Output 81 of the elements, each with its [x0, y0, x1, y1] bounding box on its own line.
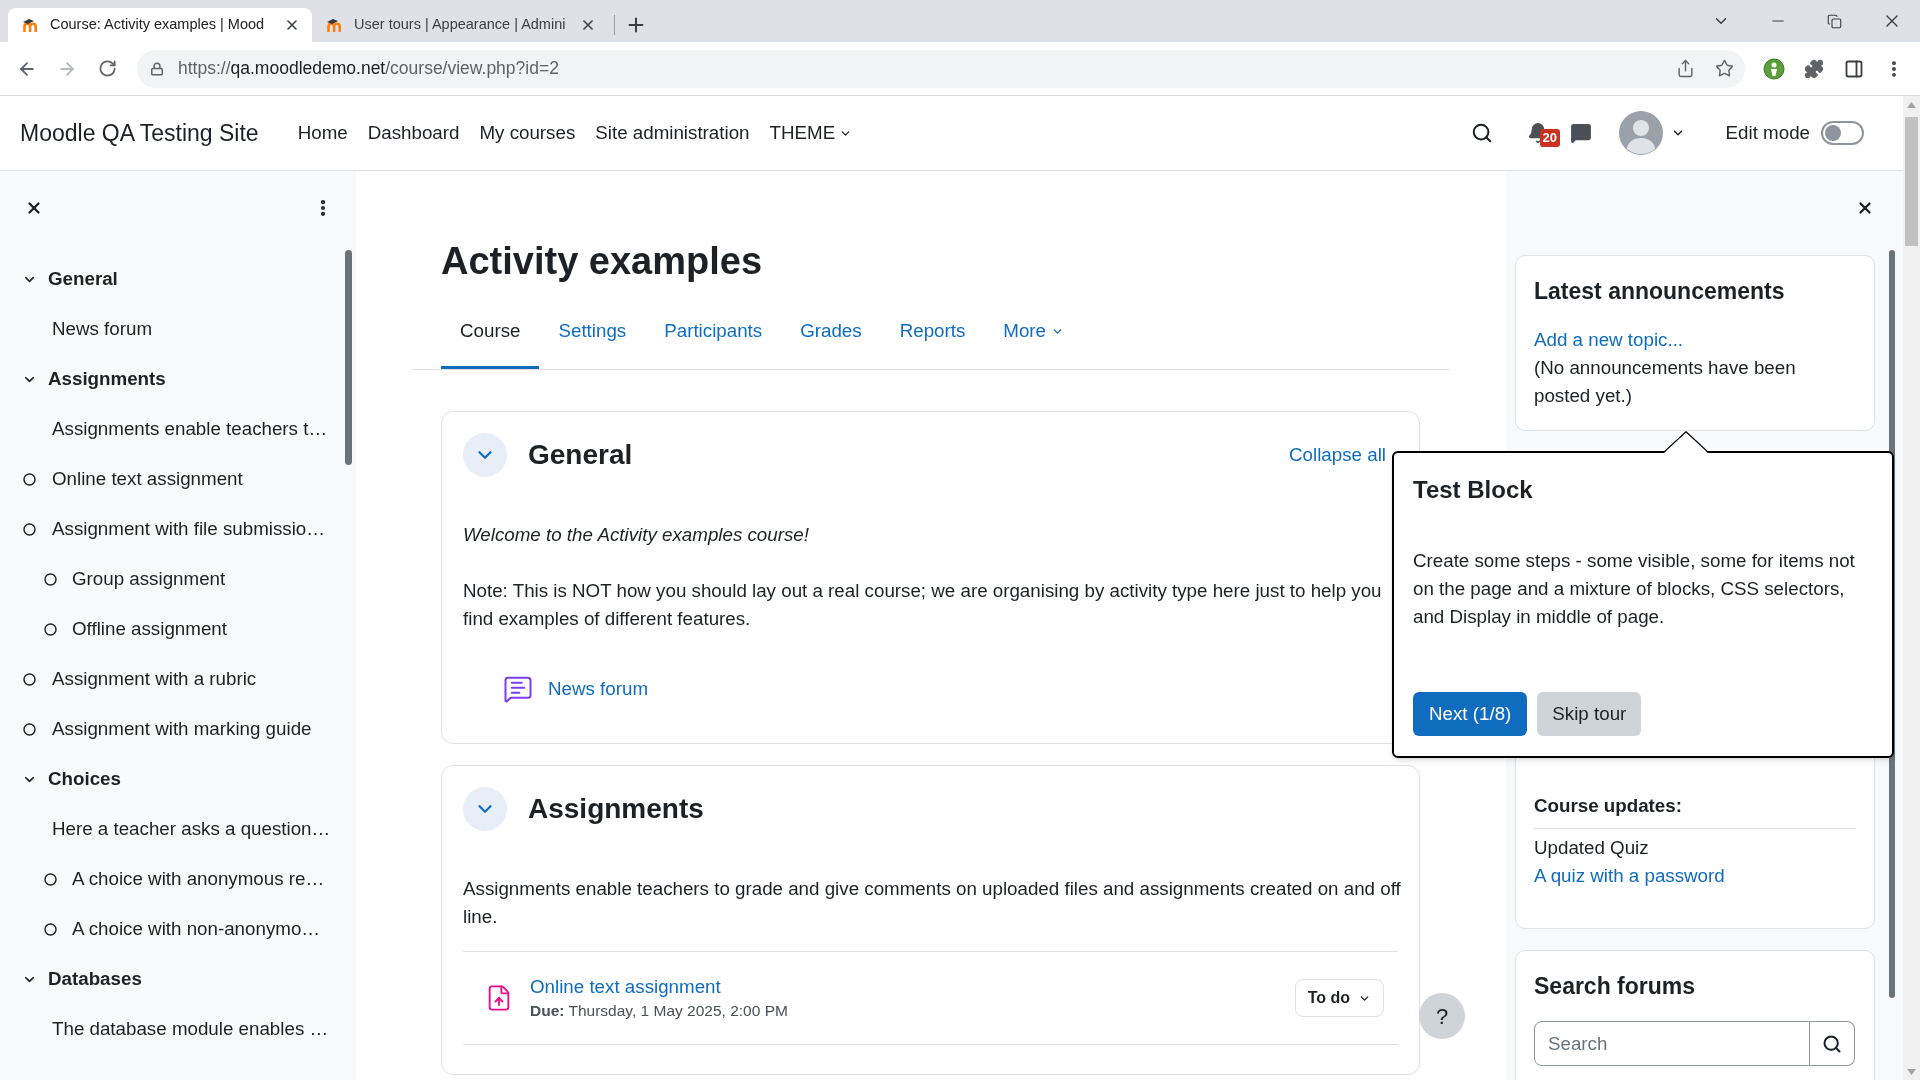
update-text: Updated Quiz	[1534, 836, 1649, 860]
edit-mode-label: Edit mode	[1725, 120, 1810, 145]
close-icon[interactable]	[284, 17, 300, 33]
reload-icon[interactable]	[98, 59, 117, 78]
index-activity-link[interactable]: Assignment with file submissio…	[52, 514, 325, 544]
completion-dropdown[interactable]: To do	[1294, 979, 1384, 1017]
cap-logo-icon	[326, 17, 344, 33]
forum-icon	[503, 674, 533, 704]
activity-link[interactable]: Online text assignment	[530, 974, 788, 1000]
chat-icon[interactable]	[1569, 122, 1592, 144]
index-activity-link[interactable]: A choice with non-anonymo…	[72, 914, 321, 944]
section-summary: Assignments enable teachers to grade and give comments on uploaded files and assignments created on and off line.	[463, 877, 1402, 929]
block-title: Search forums	[1534, 972, 1696, 1000]
index-activity-link[interactable]: Assignment with a rubric	[52, 664, 257, 694]
bookmark-star-icon[interactable]	[1715, 59, 1734, 78]
extension-badge-icon[interactable]	[1763, 57, 1785, 80]
section-title: General	[528, 438, 633, 472]
extensions-icon[interactable]	[1804, 58, 1824, 79]
notification-badge: 20	[1539, 129, 1561, 147]
activity-link[interactable]: A quiz with a password	[1534, 862, 1725, 890]
browser-tab[interactable]: User tours | Appearance | Admini	[312, 8, 608, 42]
course-tab[interactable]: Settings	[539, 294, 646, 369]
browser-tab[interactable]: Course: Activity examples | Mood	[8, 8, 312, 42]
index-section-link[interactable]: Assignments	[48, 364, 166, 394]
help-button[interactable]: ?	[1419, 993, 1465, 1039]
index-activity-link[interactable]: A choice with anonymous re…	[72, 864, 325, 894]
edit-mode-toggle[interactable]	[1821, 121, 1864, 145]
lock-icon	[150, 61, 164, 76]
cap-logo-icon	[22, 17, 40, 33]
tour-title: Test Block	[1413, 475, 1533, 504]
section-summary: Welcome to the Activity examples course!	[463, 523, 810, 547]
course-tab[interactable]: Reports	[880, 294, 985, 369]
scrollbar-thumb[interactable]	[345, 250, 352, 465]
index-label-link[interactable]: Assignments enable teachers t…	[52, 414, 328, 444]
section-summary: Note: This is NOT how you should lay out a real course; we are organising by activity type here just to help you find examples of different features.	[463, 579, 1383, 631]
block-title: Latest announcements	[1534, 277, 1785, 305]
nav-link[interactable]: THEME	[769, 118, 853, 148]
index-section-link[interactable]: General	[48, 264, 118, 294]
add-topic-link[interactable]: Add a new topic...	[1534, 326, 1684, 354]
page-title: Activity examples	[441, 239, 763, 284]
close-icon[interactable]	[25, 199, 43, 217]
side-panel-icon[interactable]	[1844, 58, 1864, 79]
course-tab[interactable]: Participants	[645, 294, 782, 369]
url-text[interactable]: https://qa.moodledemo.net/course/view.php?id=2	[178, 55, 559, 82]
section-title: Assignments	[528, 792, 704, 826]
nav-link[interactable]: Dashboard	[367, 118, 460, 148]
tour-text: Create some steps - some visible, some for items not on the page and a mixture of blocks, CSS selectors, and Display in middle of page.	[1413, 549, 1856, 629]
index-section-link[interactable]: Choices	[48, 764, 121, 794]
search-button[interactable]	[1810, 1021, 1855, 1066]
restore-icon[interactable]	[1827, 13, 1842, 29]
index-activity-link[interactable]: Online text assignment	[52, 464, 243, 494]
skip-button[interactable]: Skip tour	[1537, 692, 1642, 736]
course-tab[interactable]: More	[984, 294, 1084, 369]
nav-link[interactable]: Site administration	[595, 118, 750, 148]
course-tab[interactable]: Course	[441, 294, 540, 369]
search-icon[interactable]	[1470, 122, 1493, 144]
next-button[interactable]: Next (1/8)	[1413, 692, 1528, 736]
nav-link[interactable]: Home	[297, 118, 348, 148]
scrollbar-thumb[interactable]	[1905, 117, 1918, 246]
search-field[interactable]: Search	[1534, 1021, 1810, 1066]
share-icon[interactable]	[1676, 59, 1695, 78]
close-icon[interactable]	[580, 17, 596, 33]
activity-link[interactable]: News forum	[548, 674, 649, 704]
index-section-link[interactable]: Databases	[48, 964, 142, 994]
index-label-link[interactable]: Here a teacher asks a question…	[52, 814, 331, 844]
avatar-icon[interactable]	[1618, 111, 1663, 155]
close-icon[interactable]	[1856, 199, 1874, 217]
index-activity-link[interactable]: Assignment with marking guide	[52, 714, 312, 744]
collapse-all-link[interactable]: Collapse all	[1289, 440, 1386, 470]
address-bar[interactable]: https://qa.moodledemo.net/course/view.php?id=2	[137, 49, 1745, 88]
index-activity-link[interactable]: Offline assignment	[72, 614, 227, 644]
nav-link[interactable]: My courses	[479, 118, 576, 148]
updates-heading: Course updates:	[1534, 792, 1856, 829]
site-name[interactable]: Moodle QA Testing Site	[20, 115, 259, 151]
course-tab[interactable]: Grades	[781, 294, 881, 369]
index-activity-link[interactable]: News forum	[52, 314, 153, 344]
announcements-text: (No announcements have been posted yet.)	[1534, 356, 1797, 408]
index-activity-link[interactable]: Group assignment	[72, 564, 226, 594]
index-label-link[interactable]: The database module enables …	[52, 1014, 329, 1044]
search-icon	[1822, 1033, 1842, 1054]
due-date: Due: Thursday, 1 May 2025, 2:00 PM	[530, 1001, 788, 1021]
